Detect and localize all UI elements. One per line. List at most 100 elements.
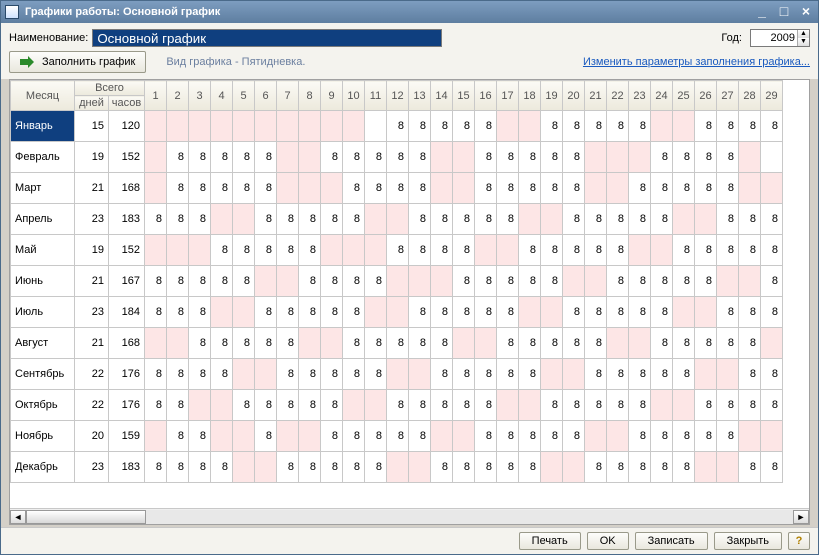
col-day-13[interactable]: 13 (409, 81, 431, 111)
day-cell[interactable] (673, 111, 695, 142)
day-cell[interactable] (761, 173, 783, 204)
day-cell[interactable]: 8 (365, 359, 387, 390)
day-cell[interactable]: 8 (695, 266, 717, 297)
col-day-5[interactable]: 5 (233, 81, 255, 111)
day-cell[interactable]: 8 (189, 204, 211, 235)
day-cell[interactable]: 8 (607, 235, 629, 266)
day-cell[interactable]: 8 (233, 142, 255, 173)
col-day-9[interactable]: 9 (321, 81, 343, 111)
day-cell[interactable]: 8 (387, 142, 409, 173)
day-cell[interactable]: 8 (211, 235, 233, 266)
day-cell[interactable]: 8 (211, 173, 233, 204)
day-cell[interactable]: 8 (365, 173, 387, 204)
hours-cell[interactable]: 152 (109, 235, 145, 266)
day-cell[interactable] (387, 266, 409, 297)
day-cell[interactable]: 8 (321, 142, 343, 173)
days-cell[interactable]: 22 (75, 359, 109, 390)
day-cell[interactable] (233, 421, 255, 452)
day-cell[interactable] (409, 266, 431, 297)
day-cell[interactable] (651, 111, 673, 142)
day-cell[interactable]: 8 (761, 390, 783, 421)
day-cell[interactable]: 8 (277, 204, 299, 235)
month-cell[interactable]: Октябрь (11, 390, 75, 421)
month-cell[interactable]: Март (11, 173, 75, 204)
day-cell[interactable] (519, 111, 541, 142)
days-cell[interactable]: 23 (75, 297, 109, 328)
day-cell[interactable] (343, 235, 365, 266)
day-cell[interactable]: 8 (343, 204, 365, 235)
month-cell[interactable]: Август (11, 328, 75, 359)
day-cell[interactable]: 8 (211, 142, 233, 173)
day-cell[interactable]: 8 (761, 204, 783, 235)
day-cell[interactable]: 8 (475, 173, 497, 204)
days-cell[interactable]: 23 (75, 452, 109, 483)
day-cell[interactable]: 8 (409, 390, 431, 421)
day-cell[interactable]: 8 (673, 142, 695, 173)
day-cell[interactable] (233, 297, 255, 328)
day-cell[interactable]: 8 (629, 173, 651, 204)
day-cell[interactable]: 8 (717, 204, 739, 235)
day-cell[interactable]: 8 (233, 266, 255, 297)
day-cell[interactable] (387, 204, 409, 235)
day-cell[interactable]: 8 (409, 235, 431, 266)
day-cell[interactable]: 8 (651, 173, 673, 204)
day-cell[interactable]: 8 (651, 297, 673, 328)
day-cell[interactable] (607, 328, 629, 359)
day-cell[interactable]: 8 (167, 421, 189, 452)
close-button[interactable]: Закрыть (714, 532, 782, 550)
day-cell[interactable] (189, 111, 211, 142)
day-cell[interactable] (299, 173, 321, 204)
minimize-button[interactable]: _ (754, 5, 770, 19)
hours-cell[interactable]: 168 (109, 173, 145, 204)
col-days[interactable]: дней (75, 96, 109, 111)
day-cell[interactable]: 8 (541, 266, 563, 297)
day-cell[interactable]: 8 (409, 142, 431, 173)
col-total[interactable]: Всего (75, 81, 145, 96)
day-cell[interactable]: 8 (651, 359, 673, 390)
month-cell[interactable]: Январь (11, 111, 75, 142)
day-cell[interactable] (211, 204, 233, 235)
day-cell[interactable] (739, 266, 761, 297)
col-day-29[interactable]: 29 (761, 81, 783, 111)
day-cell[interactable]: 8 (233, 235, 255, 266)
day-cell[interactable]: 8 (453, 266, 475, 297)
day-cell[interactable] (453, 142, 475, 173)
day-cell[interactable]: 8 (343, 266, 365, 297)
day-cell[interactable]: 8 (409, 328, 431, 359)
month-cell[interactable]: Июль (11, 297, 75, 328)
day-cell[interactable]: 8 (739, 390, 761, 421)
col-day-21[interactable]: 21 (585, 81, 607, 111)
col-day-8[interactable]: 8 (299, 81, 321, 111)
day-cell[interactable] (585, 142, 607, 173)
day-cell[interactable]: 8 (167, 297, 189, 328)
day-cell[interactable]: 8 (673, 235, 695, 266)
day-cell[interactable]: 8 (585, 390, 607, 421)
hours-cell[interactable]: 168 (109, 328, 145, 359)
day-cell[interactable] (277, 173, 299, 204)
day-cell[interactable]: 8 (541, 173, 563, 204)
col-day-14[interactable]: 14 (431, 81, 453, 111)
day-cell[interactable]: 8 (695, 390, 717, 421)
day-cell[interactable] (365, 390, 387, 421)
day-cell[interactable]: 8 (695, 111, 717, 142)
col-day-10[interactable]: 10 (343, 81, 365, 111)
day-cell[interactable] (475, 328, 497, 359)
day-cell[interactable]: 8 (475, 390, 497, 421)
day-cell[interactable]: 8 (717, 328, 739, 359)
day-cell[interactable]: 8 (695, 142, 717, 173)
day-cell[interactable]: 8 (387, 173, 409, 204)
day-cell[interactable]: 8 (387, 421, 409, 452)
day-cell[interactable]: 8 (299, 359, 321, 390)
day-cell[interactable] (277, 421, 299, 452)
day-cell[interactable] (431, 421, 453, 452)
day-cell[interactable]: 8 (585, 235, 607, 266)
col-day-28[interactable]: 28 (739, 81, 761, 111)
day-cell[interactable] (321, 328, 343, 359)
day-cell[interactable]: 8 (717, 390, 739, 421)
day-cell[interactable]: 8 (343, 452, 365, 483)
day-cell[interactable] (277, 111, 299, 142)
day-cell[interactable]: 8 (299, 266, 321, 297)
day-cell[interactable]: 8 (629, 452, 651, 483)
day-cell[interactable] (585, 266, 607, 297)
day-cell[interactable]: 8 (585, 359, 607, 390)
